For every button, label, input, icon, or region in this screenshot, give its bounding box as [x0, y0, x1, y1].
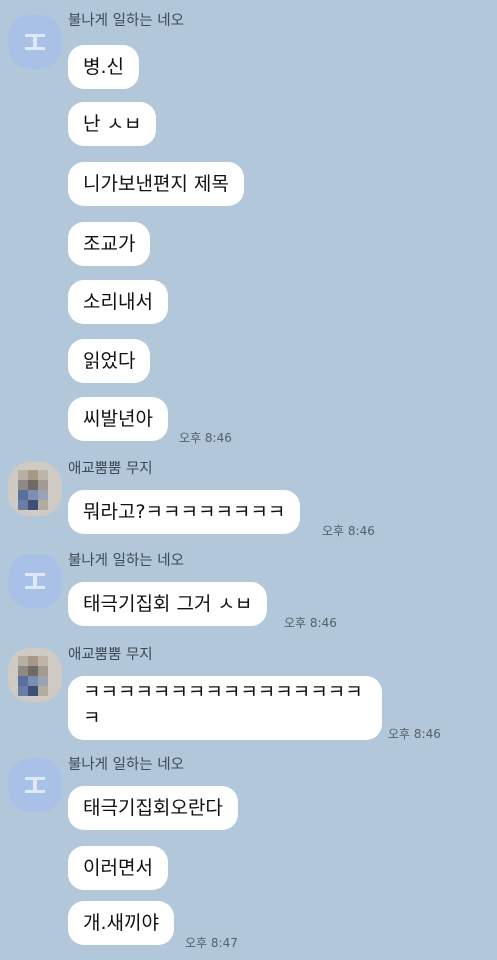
message-bubble[interactable]: 태극기집회오란다 — [68, 786, 238, 830]
message-timestamp: 오후 8:46 — [388, 727, 441, 741]
message-bubble[interactable]: 소리내서 — [68, 280, 168, 324]
message-bubble[interactable]: 개.새끼야 — [68, 901, 174, 945]
profile-avatar[interactable] — [8, 758, 62, 812]
message-bubble[interactable]: 읽었다 — [68, 339, 151, 383]
profile-avatar[interactable] — [8, 462, 62, 516]
sender-name: 불나게 일하는 네오 — [68, 553, 184, 569]
message-timestamp: 오후 8:46 — [284, 616, 337, 630]
sender-name: 애교뿜뿜 무지 — [68, 461, 153, 477]
default-profile-icon — [25, 573, 45, 589]
default-profile-icon — [25, 777, 45, 793]
sender-name: 불나게 일하는 네오 — [68, 757, 184, 773]
message-bubble[interactable]: 뭐라고?ㅋㅋㅋㅋㅋㅋㅋㅋ — [68, 490, 301, 534]
message-bubble[interactable]: 태극기집회 그거 ㅅㅂ — [68, 582, 268, 626]
profile-avatar[interactable] — [8, 15, 62, 69]
sender-name: 애교뿜뿜 무지 — [68, 647, 153, 663]
message-timestamp: 오후 8:46 — [322, 524, 375, 538]
profile-avatar[interactable] — [8, 554, 62, 608]
default-profile-icon — [25, 34, 45, 50]
message-bubble[interactable]: 니가보낸편지 제목 — [68, 162, 244, 206]
message-bubble[interactable]: 병.신 — [68, 45, 139, 89]
message-bubble[interactable]: 씨발년아 — [68, 397, 168, 441]
message-bubble[interactable]: 조교가 — [68, 222, 151, 266]
message-bubble[interactable]: ㅋㅋㅋㅋㅋㅋㅋㅋㅋㅋㅋㅋㅋㅋㅋㅋㅋ — [68, 676, 382, 740]
message-timestamp: 오후 8:47 — [185, 936, 238, 950]
message-bubble[interactable]: 이러면서 — [68, 846, 168, 890]
message-bubble[interactable]: 난 ㅅㅂ — [68, 102, 157, 146]
message-timestamp: 오후 8:46 — [179, 431, 232, 445]
profile-avatar[interactable] — [8, 648, 62, 702]
sender-name: 불나게 일하는 네오 — [68, 13, 184, 29]
